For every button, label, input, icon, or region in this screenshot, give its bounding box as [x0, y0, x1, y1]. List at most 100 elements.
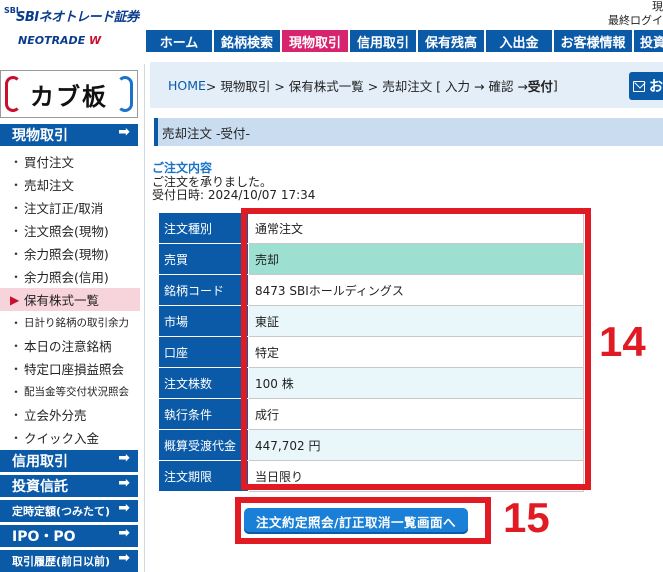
tab-margin-trading[interactable]: 信用取引 — [350, 30, 416, 52]
sidebar-item-label: 余力照会(信用) — [24, 270, 109, 285]
sidebar-item-dividend-status[interactable]: ・配当金等交付状況照会 — [0, 380, 140, 403]
bullet-icon: ・ — [10, 362, 23, 376]
row-label: 注文種別 — [158, 212, 249, 244]
header: SBI SBIネオトレード証券 NEOTRADE W 現 最終ログイ ホーム 銘… — [0, 0, 663, 56]
mail-button-label: お — [649, 79, 663, 95]
sidebar-head-investment-trust[interactable]: 投資信託 ➡ — [0, 475, 138, 497]
sidebar-head-spot-trading[interactable]: 現物取引 ➡ — [0, 124, 138, 146]
order-info: ご注文内容 ご注文を承りました。 受付日時: 2024/10/07 17:34 — [152, 161, 316, 203]
bullet-icon: ・ — [10, 270, 23, 284]
sidebar-head-label: 取引履歴(前日以前) — [12, 555, 111, 568]
tab-deposit-withdraw[interactable]: 入出金 — [486, 30, 552, 52]
brand-name: SBIネオトレード証券 — [16, 9, 139, 25]
row-label: 概算受渡代金 — [158, 429, 249, 461]
tab-holdings[interactable]: 保有残高 — [418, 30, 484, 52]
sidebar-divider — [144, 64, 145, 572]
sidebar-item-caution-stocks[interactable]: ・本日の注意銘柄 — [0, 334, 140, 357]
sidebar-item-label: 特定口座損益照会 — [24, 362, 125, 377]
row-label: 売買 — [158, 243, 249, 275]
brand-mark: SBI — [4, 6, 19, 15]
tab-spot-trading[interactable]: 現物取引 — [282, 30, 348, 52]
bullet-icon: ・ — [10, 408, 23, 422]
bullet-icon: ・ — [10, 385, 23, 399]
tab-customer-info[interactable]: お客様情報 — [554, 30, 632, 52]
breadcrumb: HOME > 現物取引 > 保有株式一覧 > 売却注文 [ 入力 → 確認 → … — [150, 62, 663, 108]
sidebar-item-label: 買付注文 — [24, 155, 75, 170]
arrow-right-icon: ➡ — [118, 450, 130, 466]
sidebar-head-label: 定時定額(つみたて) — [12, 505, 111, 518]
annotation-number-14: 14 — [599, 318, 646, 365]
sidebar-item-label: 保有株式一覧 — [24, 293, 100, 308]
sidebar-head-tsumitate[interactable]: 定時定額(つみたて) ➡ — [0, 500, 138, 522]
sidebar-head-label: IPO・PO — [12, 529, 76, 545]
banner-deco-right-icon — [117, 76, 133, 112]
sidebar-item-specific-account-pl[interactable]: ・特定口座損益照会 — [0, 357, 140, 380]
sidebar-item-label: 配当金等交付状況照会 — [24, 386, 129, 398]
breadcrumb-path: > 現物取引 > 保有株式一覧 > 売却注文 [ 入力 → 確認 → — [205, 78, 528, 94]
bullet-icon: ・ — [10, 224, 23, 238]
last-login: 最終ログイ — [608, 14, 663, 27]
mail-icon — [633, 80, 645, 92]
kabuita-banner[interactable]: カブ板 — [0, 70, 138, 118]
row-label: 注文株数 — [158, 367, 249, 399]
brand-logo[interactable]: SBI SBIネオトレード証券 — [4, 4, 139, 26]
sidebar-item-label: クイック入金 — [24, 431, 100, 446]
breadcrumb-end: ] — [552, 77, 558, 93]
triangle-right-icon: ▶ — [10, 292, 20, 307]
banner-deco-left-icon — [5, 76, 21, 112]
sidebar-item-label: 余力照会(現物) — [24, 247, 109, 262]
page-root: SBI SBIネオトレード証券 NEOTRADE W 現 最終ログイ ホーム 銘… — [0, 0, 663, 572]
sidebar-head-label: 現物取引 — [12, 128, 68, 144]
bullet-icon: ・ — [10, 178, 23, 192]
bullet-icon: ・ — [10, 316, 23, 330]
sidebar-item-holdings-list[interactable]: ▶ 保有株式一覧 — [0, 288, 140, 311]
brand-sub-logo: NEOTRADE W — [18, 34, 101, 47]
row-label: 執行条件 — [158, 398, 249, 430]
sidebar-item-daytrade-capacity[interactable]: ・日計り銘柄の取引余力 — [0, 311, 140, 334]
bullet-icon: ・ — [10, 339, 23, 353]
main-content: HOME > 現物取引 > 保有株式一覧 > 売却注文 [ 入力 → 確認 → … — [150, 62, 663, 572]
sidebar-list: ・買付注文 ・売却注文 ・注文訂正/取消 ・注文照会(現物) ・余力照会(現物)… — [0, 150, 140, 449]
sidebar-item-quick-deposit[interactable]: ・クイック入金 — [0, 426, 140, 449]
breadcrumb-current: 受付 — [527, 78, 553, 94]
row-label: 市場 — [158, 305, 249, 337]
sidebar-item-capacity-spot[interactable]: ・余力照会(現物) — [0, 242, 140, 265]
brand-sub: NEOTRADE — [18, 34, 86, 47]
tab-investment-trust[interactable]: 投資信 — [634, 30, 663, 52]
tab-stock-search[interactable]: 銘柄検索 — [214, 30, 280, 52]
sidebar-item-order-inquiry[interactable]: ・注文照会(現物) — [0, 219, 140, 242]
sidebar-item-label: 注文訂正/取消 — [24, 201, 104, 216]
sidebar-head-margin-trading[interactable]: 信用取引 ➡ — [0, 450, 138, 472]
sidebar-item-buy-order[interactable]: ・買付注文 — [0, 150, 140, 173]
arrow-right-icon: ➡ — [118, 475, 130, 491]
sidebar: カブ板 現物取引 ➡ ・買付注文 ・売却注文 ・注文訂正/取消 ・注文照会(現物… — [0, 64, 140, 572]
annotation-box-15 — [235, 497, 491, 544]
arrow-right-icon: ➡ — [118, 550, 130, 566]
row-label: 銘柄コード — [158, 274, 249, 306]
mail-button[interactable]: お — [629, 72, 663, 100]
bullet-icon: ・ — [10, 155, 23, 169]
sidebar-item-label: 本日の注意銘柄 — [24, 339, 112, 354]
sidebar-item-label: 立会外分売 — [24, 408, 87, 423]
page-title: 売却注文 -受付- — [154, 118, 663, 146]
tab-home[interactable]: ホーム — [146, 30, 212, 52]
sidebar-item-label: 注文照会(現物) — [24, 224, 109, 239]
sidebar-item-sell-order[interactable]: ・売却注文 — [0, 173, 140, 196]
sidebar-head-ipo-po[interactable]: IPO・PO ➡ — [0, 525, 138, 547]
sidebar-item-label: 売却注文 — [24, 178, 75, 193]
brand-sub-accent: W — [89, 34, 102, 47]
user-info: 現 最終ログイ — [608, 0, 663, 28]
banner-text: カブ板 — [30, 81, 108, 111]
annotation-number-15: 15 — [503, 494, 550, 541]
order-datetime: 受付日時: 2024/10/07 17:34 — [152, 188, 316, 202]
top-nav: ホーム 銘柄検索 現物取引 信用取引 保有残高 入出金 お客様情報 投資信 — [146, 30, 663, 52]
breadcrumb-home-link[interactable]: HOME — [168, 78, 206, 93]
user-line-1: 現 — [652, 0, 663, 13]
sidebar-head-history[interactable]: 取引履歴(前日以前) ➡ — [0, 550, 138, 572]
sidebar-item-order-correct[interactable]: ・注文訂正/取消 — [0, 196, 140, 219]
sidebar-item-label: 日計り銘柄の取引余力 — [24, 317, 129, 329]
sidebar-item-off-floor-sale[interactable]: ・立会外分売 — [0, 403, 140, 426]
sidebar-item-capacity-margin[interactable]: ・余力照会(信用) — [0, 265, 140, 288]
arrow-right-icon: ➡ — [118, 525, 130, 541]
arrow-right-icon: ➡ — [118, 500, 130, 516]
